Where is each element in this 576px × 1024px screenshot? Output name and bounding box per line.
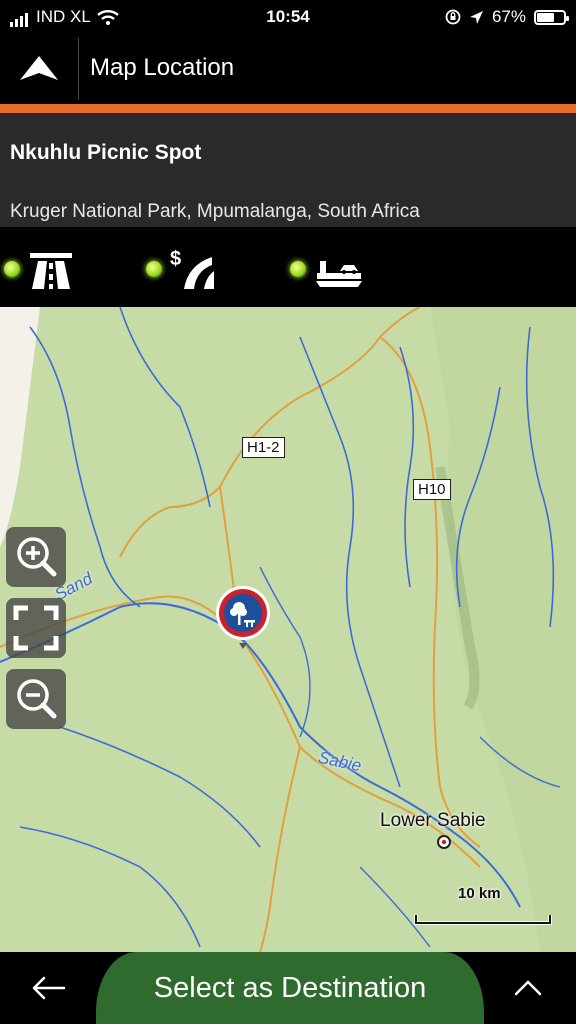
battery-percent: 67% bbox=[491, 7, 526, 26]
bottom-bar: Select as Destination bbox=[0, 952, 576, 1024]
place-address: Kruger National Park, Mpumalanga, South … bbox=[10, 201, 420, 222]
map-view[interactable]: H1-2 H10 Sand Sabie Lower Sabie 10 km bbox=[0, 307, 576, 952]
zoom-in-button[interactable] bbox=[6, 527, 66, 587]
toll-road-icon: $ bbox=[170, 248, 214, 289]
header-divider bbox=[78, 38, 79, 100]
route-option-highway[interactable] bbox=[4, 247, 74, 291]
scale-label: 10 km bbox=[458, 885, 501, 902]
rotation-lock-icon bbox=[445, 9, 461, 25]
zoom-out-button[interactable] bbox=[6, 669, 66, 729]
status-dot bbox=[4, 261, 20, 277]
place-info-panel: Nkuhlu Picnic Spot Kruger National Park,… bbox=[0, 113, 576, 227]
route-options: $ bbox=[0, 227, 576, 307]
battery-icon bbox=[534, 9, 569, 25]
ferry-icon bbox=[316, 261, 362, 287]
route-option-ferry[interactable] bbox=[290, 247, 364, 291]
place-name: Nkuhlu Picnic Spot bbox=[10, 141, 202, 164]
road-label-h1-2: H1-2 bbox=[242, 437, 285, 458]
route-option-toll[interactable]: $ bbox=[146, 247, 216, 291]
left-arrow-icon[interactable] bbox=[28, 968, 68, 1008]
map-canvas bbox=[0, 307, 576, 952]
header: Map Location bbox=[0, 34, 576, 104]
picnic-tree-icon[interactable] bbox=[213, 583, 273, 649]
scale-bar bbox=[414, 915, 552, 925]
fit-view-button[interactable] bbox=[6, 598, 66, 658]
select-destination-button[interactable]: Select as Destination bbox=[96, 952, 484, 1024]
status-dot bbox=[290, 261, 306, 277]
location-arrow-icon bbox=[469, 10, 483, 24]
chevron-up-icon[interactable] bbox=[508, 968, 548, 1008]
svg-text:$: $ bbox=[170, 248, 181, 270]
fit-view-icon bbox=[13, 605, 59, 651]
zoom-out-icon bbox=[17, 679, 57, 719]
accent-bar bbox=[0, 104, 576, 113]
status-bar: IND XL 10:54 67% bbox=[0, 0, 576, 34]
road-label-h10: H10 bbox=[413, 479, 451, 500]
up-arrow-icon[interactable] bbox=[18, 54, 60, 84]
town-label: Lower Sabie bbox=[380, 810, 486, 831]
town-marker-icon bbox=[437, 835, 451, 849]
highway-icon bbox=[30, 253, 72, 289]
status-dot bbox=[146, 261, 162, 277]
page-title: Map Location bbox=[90, 54, 235, 81]
zoom-in-icon bbox=[17, 537, 57, 577]
